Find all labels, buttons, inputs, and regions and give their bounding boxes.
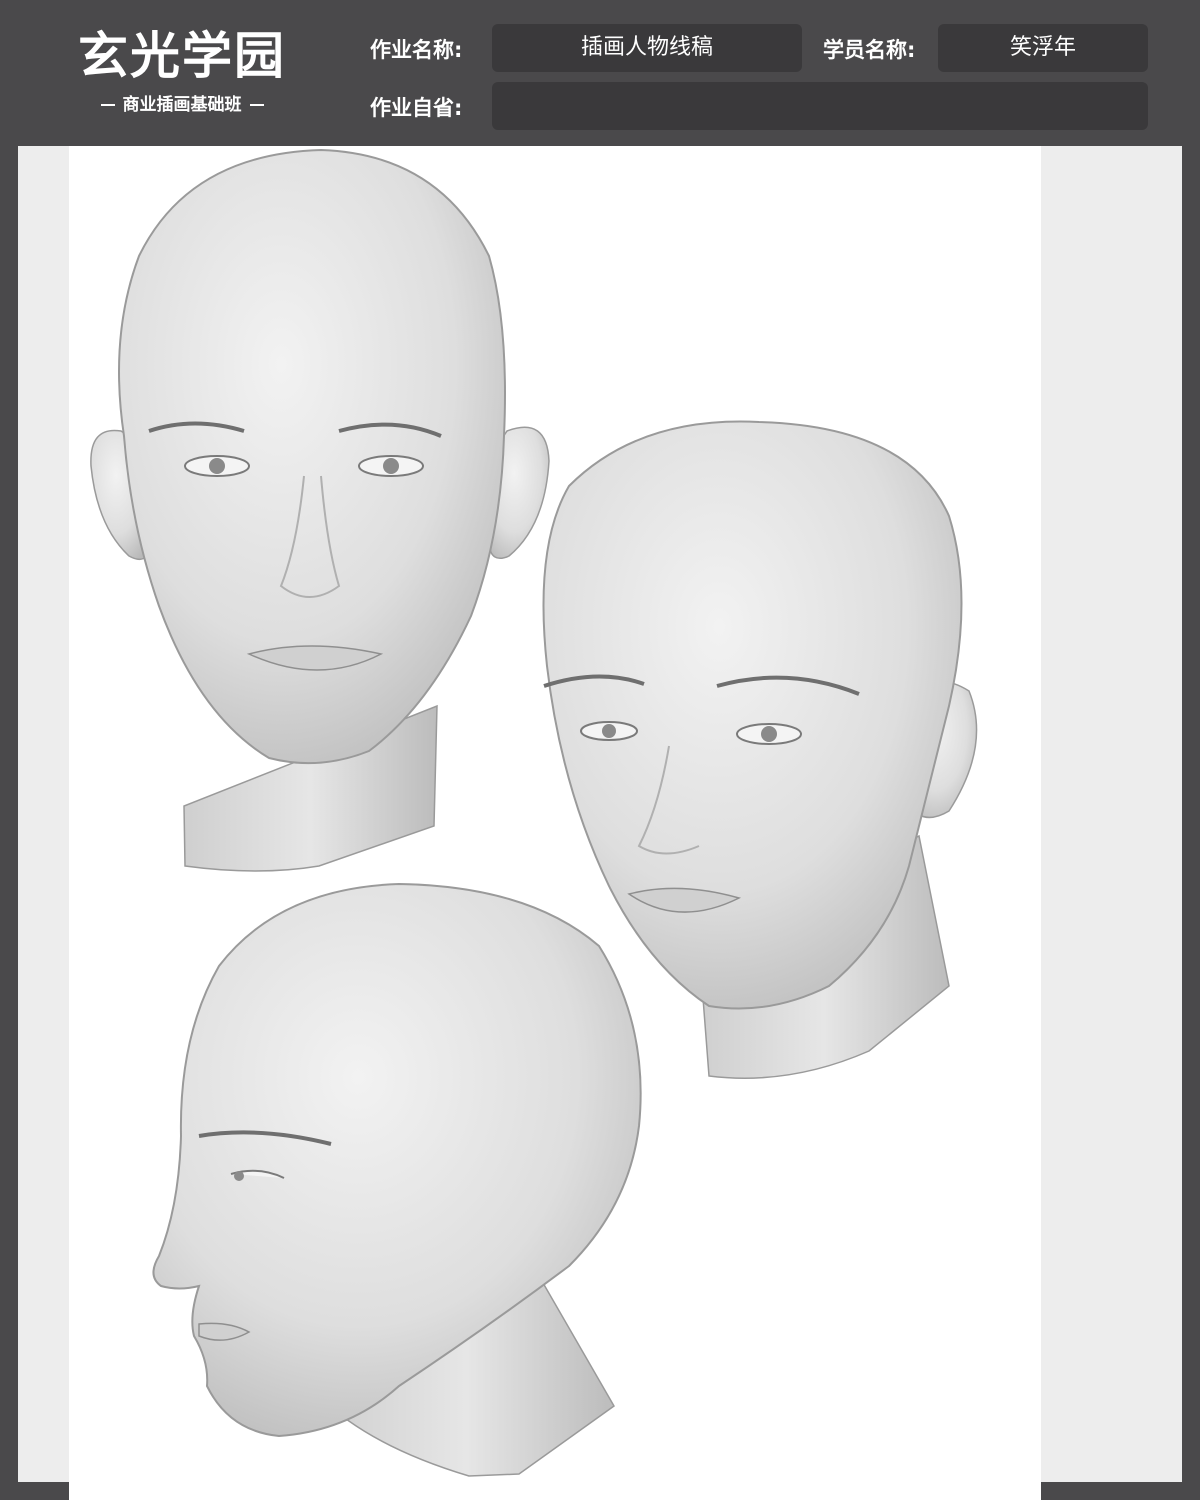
assignment-name-field[interactable]: 插画人物线稿 xyxy=(492,24,802,72)
assignment-name-label: 作业名称: xyxy=(370,38,463,62)
front-head xyxy=(90,148,550,872)
profile-head xyxy=(152,882,642,1477)
brand-subtitle-row: 商业插画基础班 xyxy=(76,92,288,118)
student-name-label: 学员名称: xyxy=(823,38,916,62)
brand-logo: 玄光学园 xyxy=(78,26,286,85)
dash-right xyxy=(249,104,264,106)
student-name-field[interactable]: 笑浮年 xyxy=(938,24,1148,72)
brand-subtitle: 商业插画基础班 xyxy=(122,95,242,115)
header-bar: 玄光学园 商业插画基础班 作业名称: 插画人物线稿 学员名称: 笑浮年 作业自省… xyxy=(0,0,1200,146)
self-review-label: 作业自省: xyxy=(370,96,463,120)
dash-left xyxy=(100,104,115,106)
self-review-field[interactable] xyxy=(492,82,1148,130)
head-study-artwork xyxy=(90,148,978,1477)
